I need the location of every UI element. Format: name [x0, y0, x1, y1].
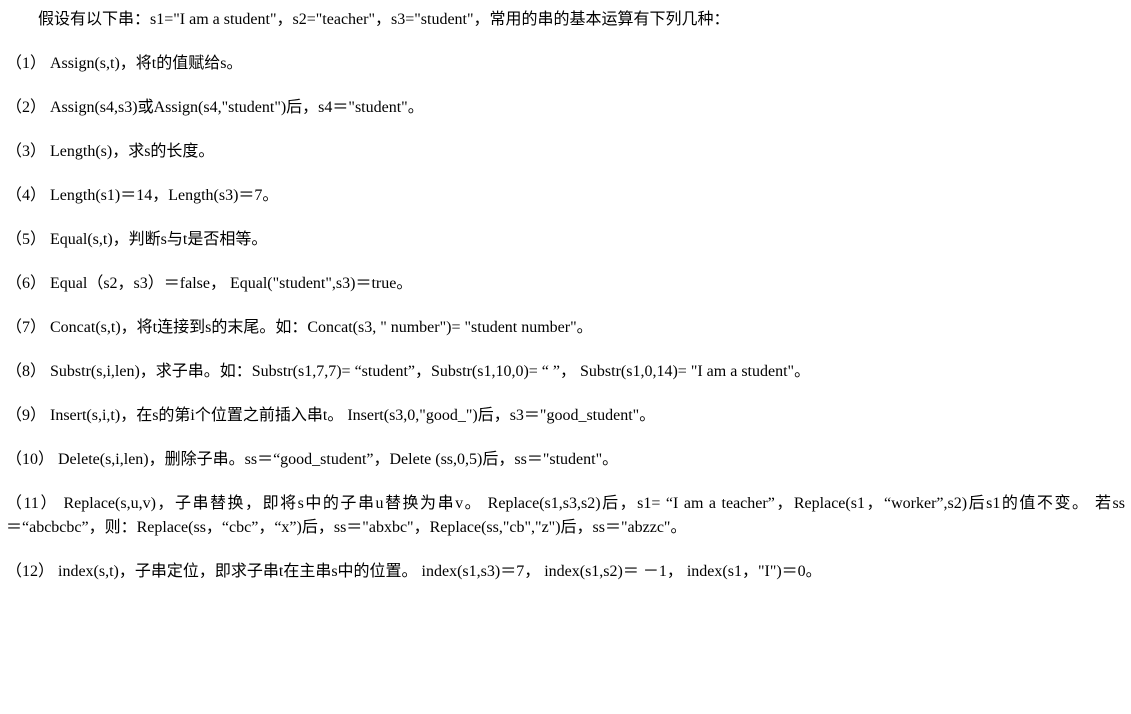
- intro-paragraph: 假设有以下串：s1="I am a student"，s2="teacher"，…: [6, 8, 1125, 32]
- item-7: （7） Concat(s,t)，将t连接到s的末尾。如：Concat(s3, "…: [6, 316, 1125, 340]
- item-10: （10） Delete(s,i,len)，删除子串。ss＝“good_stude…: [6, 448, 1125, 472]
- item-9: （9） Insert(s,i,t)，在s的第i个位置之前插入串t。 Insert…: [6, 404, 1125, 428]
- item-6: （6） Equal（s2，s3）＝false， Equal("student",…: [6, 272, 1125, 296]
- item-12: （12） index(s,t)，子串定位，即求子串t在主串s中的位置。 inde…: [6, 560, 1125, 584]
- item-11: （11） Replace(s,u,v)，子串替换，即将s中的子串u替换为串v。 …: [6, 492, 1125, 540]
- item-8: （8） Substr(s,i,len)，求子串。如：Substr(s1,7,7)…: [6, 360, 1125, 384]
- item-5: （5） Equal(s,t)，判断s与t是否相等。: [6, 228, 1125, 252]
- item-2: （2） Assign(s4,s3)或Assign(s4,"student")后，…: [6, 96, 1125, 120]
- item-1: （1） Assign(s,t)，将t的值赋给s。: [6, 52, 1125, 76]
- item-3: （3） Length(s)，求s的长度。: [6, 140, 1125, 164]
- item-4: （4） Length(s1)＝14，Length(s3)＝7。: [6, 184, 1125, 208]
